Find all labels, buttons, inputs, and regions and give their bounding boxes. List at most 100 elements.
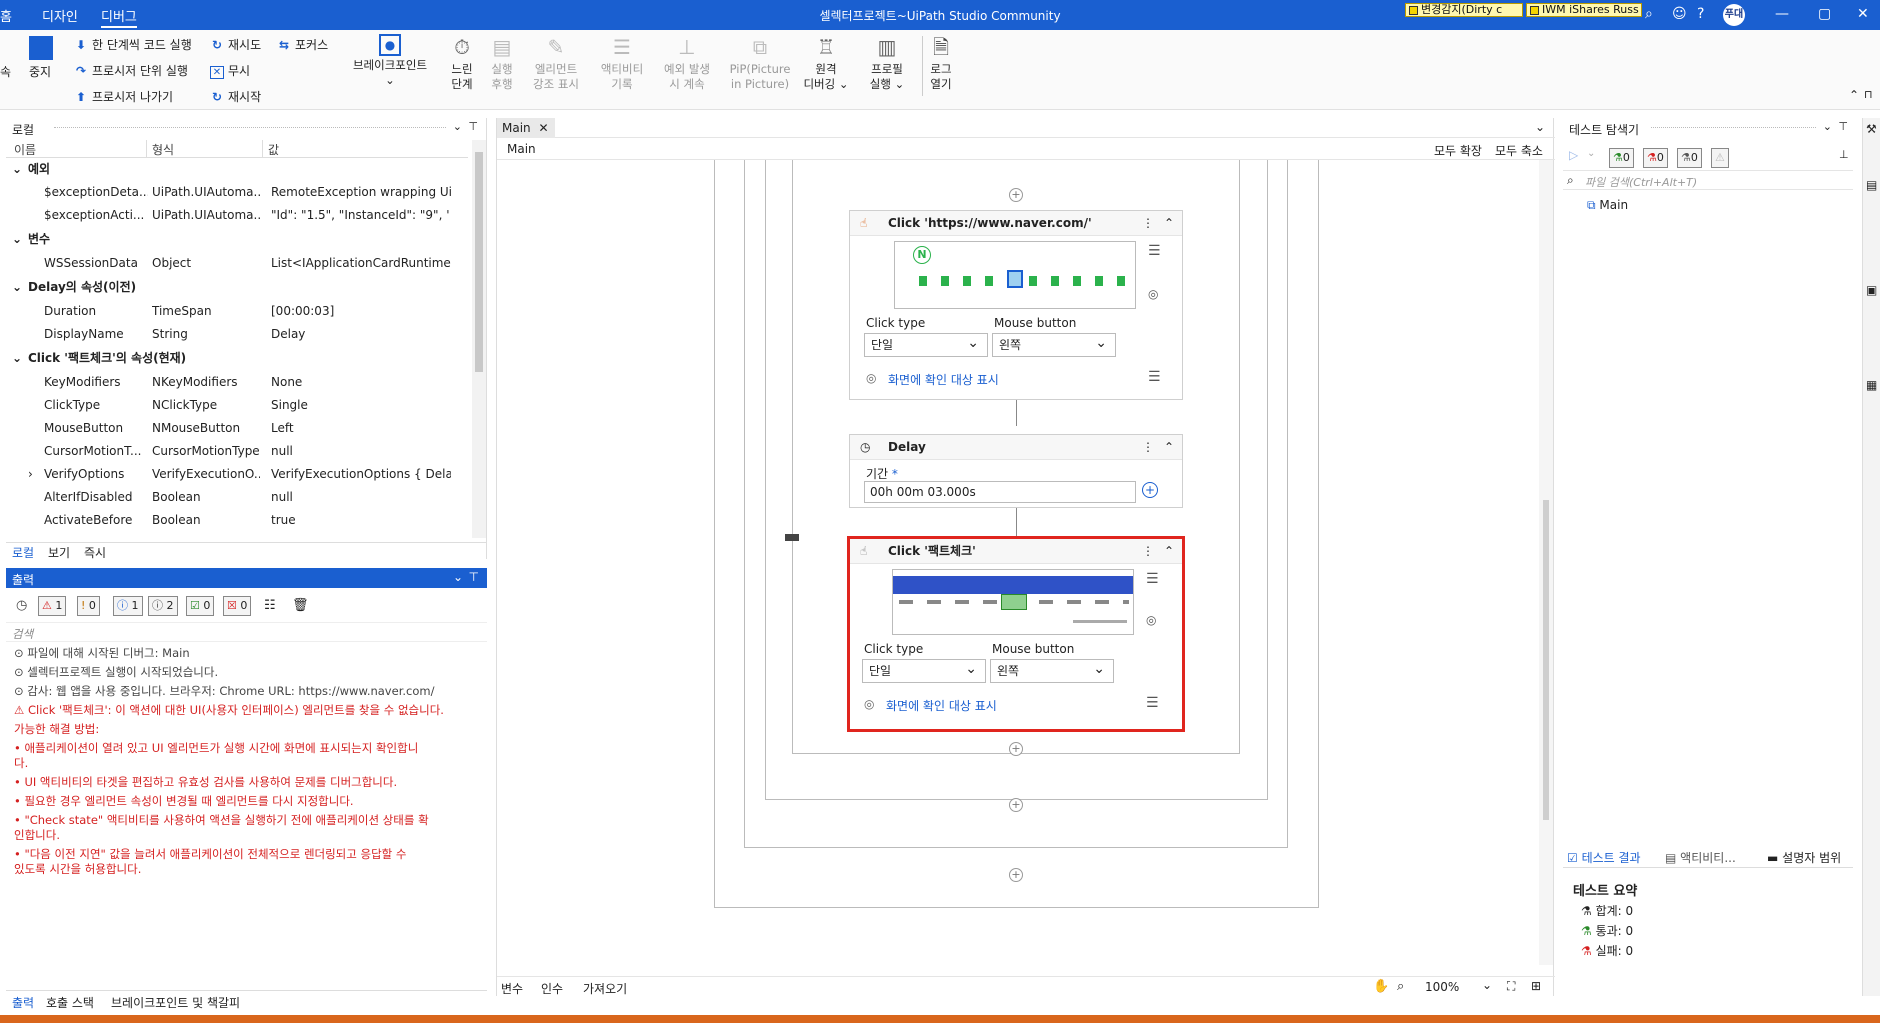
tab-descriptor-scope[interactable]: ▬ 설명자 범위 <box>1767 849 1841 866</box>
table-row[interactable]: CursorMotionT... CursorMotionType null <box>6 440 468 463</box>
filter-failed-button[interactable]: ☒ 0 <box>223 596 252 616</box>
minimize-icon[interactable]: — <box>1775 6 1789 22</box>
filter-info-button[interactable]: ⓘ 1 <box>113 596 143 616</box>
table-row[interactable]: Duration TimeSpan [00:00:03] <box>6 300 468 323</box>
add-icon[interactable]: + <box>1142 482 1158 498</box>
dirty-badge[interactable]: 변경감지(Dirty c <box>1405 3 1523 17</box>
tab-locals[interactable]: 로컬 <box>12 544 34 561</box>
table-row[interactable]: KeyModifiers NKeyModifiers None <box>6 371 468 394</box>
avatar[interactable]: 푸대 <box>1723 4 1745 26</box>
tab-watch[interactable]: 보기 <box>48 544 70 561</box>
settings-icon[interactable]: ⊥ <box>1839 148 1849 161</box>
search-icon[interactable]: ⌕ <box>1397 979 1404 994</box>
table-row[interactable]: DisplayName String Delay <box>6 323 468 346</box>
filter-failed-button[interactable]: ⚗0 <box>1643 148 1668 168</box>
add-activity-icon[interactable]: + <box>1009 868 1023 882</box>
more-icon[interactable]: ⋮ <box>1142 435 1154 460</box>
locals-scrollbar[interactable] <box>472 140 486 538</box>
panel-icon[interactable]: ▤ <box>1866 178 1877 192</box>
collapse-icon[interactable]: ⌃ <box>1164 435 1174 460</box>
add-activity-icon[interactable]: + <box>1009 742 1023 756</box>
wand-icon[interactable]: ⚒ <box>1866 122 1877 136</box>
filter-passed-button[interactable]: ⚗0 <box>1609 148 1634 168</box>
more-icon[interactable]: ⋮ <box>1142 211 1154 236</box>
breadcrumb[interactable]: Main <box>507 142 536 156</box>
show-target-link[interactable]: 화면에 확인 대상 표시 <box>888 371 999 388</box>
click-type-select[interactable]: 단일 <box>864 332 988 357</box>
add-activity-icon[interactable]: + <box>1009 188 1023 202</box>
focus-button[interactable]: ⇆ 포커스 <box>277 36 328 53</box>
show-target-link[interactable]: 화면에 확인 대상 표시 <box>886 697 997 714</box>
filter-errors-button[interactable]: ⚠ 1 <box>38 596 67 616</box>
file-search-input[interactable]: 파일 검색(Ctrl+Alt+T) <box>1585 174 1697 190</box>
chevron-down-icon[interactable]: ⌄ <box>1823 120 1832 133</box>
group-click-props[interactable]: ⌄ Click '팩트체크'의 속성(현재) <box>6 347 468 370</box>
clock-icon[interactable]: ◷ <box>16 598 27 613</box>
remote-debug-button[interactable]: ♖ 원격 디버깅 ⌄ <box>801 34 851 92</box>
continue-stub[interactable]: 속 <box>0 63 11 80</box>
group-delay-props[interactable]: ⌄ Delay의 속성(이전) <box>6 276 468 299</box>
open-logs-button[interactable]: 🗎 로그 열기 <box>926 34 956 92</box>
tab-breakpoints[interactable]: 브레이크포인트 및 책갈피 <box>111 994 240 1011</box>
tab-test-results[interactable]: ☑ 테스트 결과 <box>1567 849 1641 866</box>
log-activities-button[interactable]: ☰ 액티비티 기록 <box>594 34 650 92</box>
activity-header[interactable]: ☝ Click 'https://www.naver.com/' ⋮ ⌃ <box>850 211 1182 236</box>
target-icon[interactable]: ◎ <box>1148 287 1158 301</box>
duration-input[interactable]: 00h 00m 03.000s <box>864 481 1136 503</box>
feedback-icon[interactable]: ☺ <box>1672 6 1687 22</box>
click-factcheck-activity[interactable]: ☝ Click '팩트체크' ⋮ ⌃ ☰ ◎ Click type Mouse … <box>850 539 1182 729</box>
mouse-button-select[interactable]: 왼쪽 <box>992 332 1116 357</box>
table-row[interactable]: ActivateBefore Boolean true <box>6 509 468 532</box>
step-over-button[interactable]: ↷ 프로시저 단위 실행 <box>74 62 188 79</box>
chevron-down-icon[interactable]: ⌄ <box>453 120 462 133</box>
tab-immediate[interactable]: 즉시 <box>84 544 106 561</box>
execution-trail-button[interactable]: ▤ 실행 후행 <box>485 34 519 92</box>
hamburger-icon[interactable]: ☰ <box>1148 369 1161 385</box>
run-icon[interactable]: ▷ <box>1569 148 1578 162</box>
file-search-box[interactable]: ⌕ 파일 검색(Ctrl+Alt+T) <box>1563 170 1853 190</box>
group-variables[interactable]: ⌄ 변수 <box>6 228 468 251</box>
step-into-button[interactable]: ⬇ 한 단계씩 코드 실행 <box>74 36 192 53</box>
collapse-all-button[interactable]: 모두 축소 <box>1495 142 1543 159</box>
tree-item[interactable]: ⧉ Main <box>1587 198 1628 213</box>
ignore-button[interactable]: ✕ 무시 <box>210 62 250 79</box>
designer-scrollbar[interactable] <box>1539 160 1553 965</box>
step-out-button[interactable]: ⬆ 프로시저 나가기 <box>74 88 173 105</box>
chevron-down-icon[interactable]: ⌄ <box>1535 120 1545 134</box>
hand-icon[interactable]: ✋ <box>1373 979 1389 994</box>
table-row[interactable]: AlterIfDisabled Boolean null <box>6 486 468 509</box>
hamburger-icon[interactable]: ☰ <box>1146 571 1159 587</box>
tab-variables[interactable]: 변수 <box>501 980 523 997</box>
fit-screen-icon[interactable]: ⛶ <box>1507 979 1515 994</box>
tab-imports[interactable]: 가져오기 <box>583 980 627 997</box>
group-exception[interactable]: ⌄ 예외 <box>6 158 468 181</box>
search-icon[interactable]: ⌕ <box>1645 6 1653 22</box>
delay-activity[interactable]: ◷ Delay ⋮ ⌃ 기간 * 00h 00m 03.000s + <box>849 434 1183 508</box>
slow-step-button[interactable]: ⏱ 느린 단계 <box>446 34 478 92</box>
tab-activities[interactable]: ▤ 액티비티... <box>1665 849 1736 866</box>
column-type[interactable]: 형식 <box>152 141 174 158</box>
filter-trace-button[interactable]: ⓘ 2 <box>148 596 178 616</box>
click-naver-activity[interactable]: ☝ Click 'https://www.naver.com/' ⋮ ⌃ N ☰… <box>849 210 1183 400</box>
filter-warnings-button[interactable]: ! 0 <box>77 596 100 616</box>
table-row[interactable]: › VerifyOptions VerifyExecutionO... VerifyE… <box>6 463 468 486</box>
collapse-ribbon-icon[interactable]: ⌃ <box>1849 88 1859 102</box>
close-icon[interactable]: ✕ <box>538 121 548 135</box>
tab-call-stack[interactable]: 호출 스택 <box>46 994 94 1011</box>
mouse-button-select[interactable]: 왼쪽 <box>990 658 1114 683</box>
pin-icon[interactable]: ⊤ <box>1838 120 1848 133</box>
breakpoint-button[interactable]: ● 브레이크포인트 ⌄ <box>348 34 432 88</box>
activity-header[interactable]: ☝ Click '팩트체크' ⋮ ⌃ <box>850 539 1182 564</box>
target-screenshot[interactable] <box>892 569 1134 635</box>
pin-icon[interactable]: ⊓ <box>1864 88 1873 101</box>
highlight-elements-button[interactable]: ✎ 엘리먼트 강조 표시 <box>528 34 584 92</box>
target-icon[interactable]: ◎ <box>1146 613 1156 627</box>
trash-icon[interactable]: 🗑 <box>292 598 309 613</box>
filter-other-button[interactable]: ⚠ <box>1711 148 1729 168</box>
close-icon[interactable]: ✕ <box>1857 6 1869 22</box>
zoom-select[interactable]: 100% <box>1425 980 1459 994</box>
table-row[interactable]: WSSessionData Object List<IApplicationCard… <box>6 252 468 275</box>
tab-main[interactable]: Main ✕ <box>497 118 555 138</box>
pin-icon[interactable]: ⊤ <box>468 120 478 133</box>
collapse-icon[interactable]: ⌃ <box>1164 539 1174 564</box>
